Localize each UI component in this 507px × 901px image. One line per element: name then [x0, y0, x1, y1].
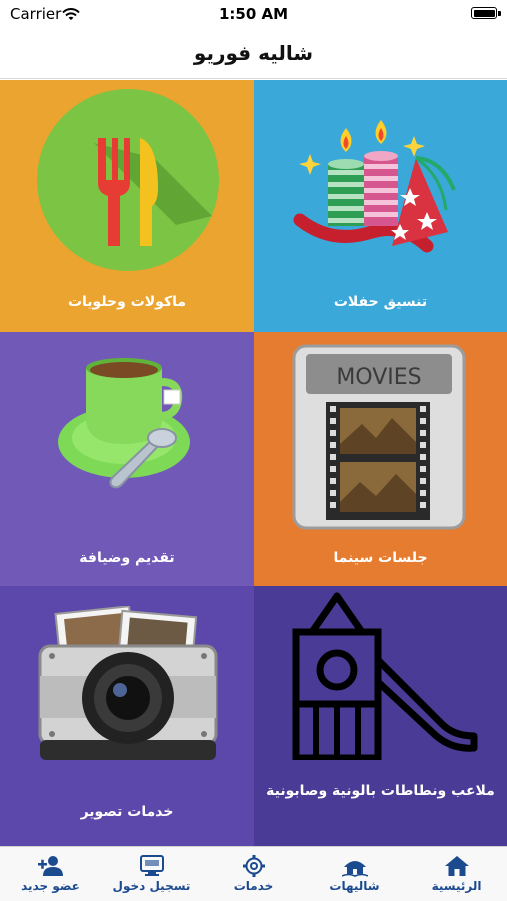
tab-bar: عضو جديد تسجيل دخول خدمات شاليهات الرئيس… — [0, 846, 507, 901]
chalet-icon — [342, 861, 368, 877]
tile-label: خدمات تصوير — [80, 804, 174, 820]
tab-new-member[interactable]: عضو جديد — [0, 847, 101, 901]
status-bar: Carrier 1:50 AM — [0, 0, 507, 28]
tile-photography[interactable]: خدمات تصوير — [0, 586, 254, 846]
tile-hospitality[interactable]: تقديم وضيافة — [0, 332, 254, 586]
tile-playgrounds[interactable]: ملاعب ونطاطات بالونية وصابونية — [254, 586, 507, 846]
coffee-cup-icon — [58, 358, 190, 489]
tile-label: جلسات سينما — [333, 550, 428, 566]
tile-food-sweets[interactable]: ماكولات وحلويات — [0, 80, 254, 332]
movie-film-icon: MOVIES — [292, 344, 466, 530]
movies-sign: MOVIES — [336, 365, 421, 390]
tab-chalets[interactable]: شاليهات — [304, 847, 405, 901]
add-user-icon — [38, 856, 63, 876]
login-monitor-icon — [140, 855, 164, 876]
tab-label: خدمات — [233, 879, 274, 893]
home-icon — [445, 856, 469, 876]
tile-label: ملاعب ونطاطات بالونية وصابونية — [266, 783, 495, 799]
services-grid: تنسيق حفلات ماكولات وحلويات MOVIES جلسات… — [0, 80, 507, 846]
tab-home[interactable]: الرئيسية — [406, 847, 507, 901]
tile-label: ماكولات وحلويات — [67, 294, 187, 310]
clock: 1:50 AM — [218, 5, 289, 23]
fork-knife-icon — [37, 89, 219, 271]
playground-slide-icon — [292, 592, 478, 760]
tab-label: عضو جديد — [21, 879, 80, 893]
page-title: شاليه فوريو — [193, 41, 314, 65]
camera-icon — [38, 606, 218, 760]
tile-cinema-sessions[interactable]: MOVIES جلسات سينما — [254, 332, 507, 586]
battery-icon — [471, 7, 501, 19]
gear-icon — [243, 855, 265, 877]
tab-label: شاليهات — [329, 879, 380, 893]
tile-label: تنسيق حفلات — [333, 294, 428, 310]
navigation-bar: شاليه فوريو — [0, 28, 507, 79]
birthday-candles-icon — [293, 120, 456, 253]
tile-label: تقديم وضيافة — [79, 550, 175, 566]
tab-login[interactable]: تسجيل دخول — [101, 847, 202, 901]
tab-services[interactable]: خدمات — [203, 847, 304, 901]
tab-label: الرئيسية — [431, 879, 482, 893]
tab-label: تسجيل دخول — [112, 879, 191, 893]
tile-party-planning[interactable]: تنسيق حفلات — [254, 80, 507, 332]
